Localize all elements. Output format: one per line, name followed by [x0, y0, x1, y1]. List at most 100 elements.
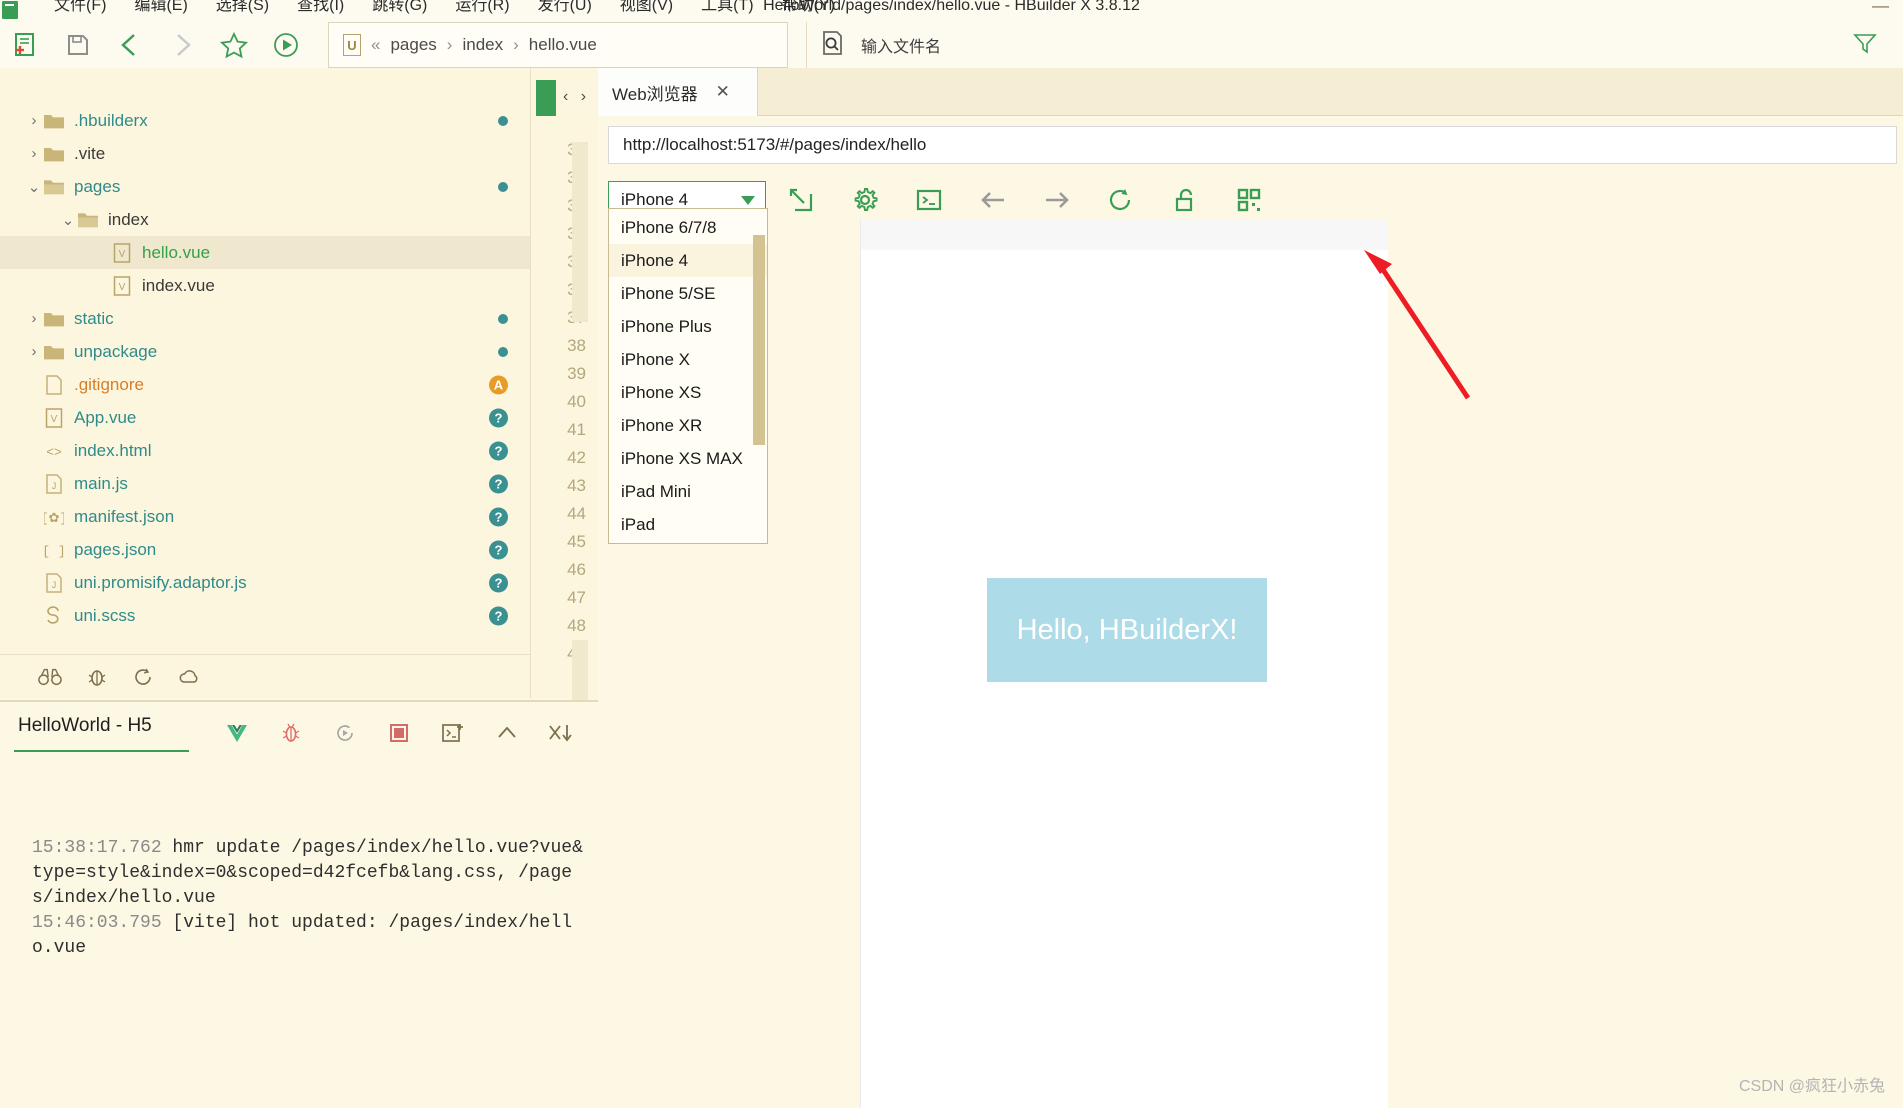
main-toolbar: U « pages › index › hello.vue 输入文件名 — [0, 22, 1903, 68]
binoculars-icon[interactable] — [38, 666, 62, 688]
menu-item-tools[interactable]: 工具(T) — [687, 0, 767, 16]
menu-item-view[interactable]: 视图(V) — [606, 0, 687, 16]
forward-icon[interactable] — [156, 22, 208, 68]
folder-icon — [42, 145, 66, 163]
tree-item-pages[interactable]: ⌄ pages — [0, 170, 530, 203]
device-option-iphone-4[interactable]: iPhone 4 — [609, 244, 767, 277]
new-terminal-icon[interactable] — [440, 720, 466, 746]
device-option-iphone-xs-max[interactable]: iPhone XS MAX — [609, 442, 767, 475]
hello-text: Hello, HBuilderX! — [1016, 613, 1238, 646]
svg-text:V: V — [119, 249, 126, 260]
reload-icon[interactable] — [1104, 183, 1138, 217]
tree-item-unpackage[interactable]: › unpackage — [0, 335, 530, 368]
unlock-icon[interactable] — [1168, 183, 1202, 217]
tree-item-index[interactable]: ⌄ index — [0, 203, 530, 236]
chevron-down-icon[interactable]: ⌄ — [60, 211, 76, 229]
device-option-iphone-x[interactable]: iPhone X — [609, 343, 767, 376]
tree-item--vite[interactable]: › .vite — [0, 137, 530, 170]
filter-icon[interactable] — [1853, 31, 1877, 60]
tree-item-app-vue[interactable]: › V App.vue? — [0, 401, 530, 434]
chevron-right-icon[interactable]: › — [26, 310, 42, 327]
tree-item-main-js[interactable]: › Jmain.js? — [0, 467, 530, 500]
forward-arrow-icon[interactable] — [1040, 183, 1074, 217]
chevron-right-icon: › — [26, 607, 42, 624]
chevron-right-icon[interactable]: › — [26, 343, 42, 360]
bug-icon[interactable] — [86, 666, 108, 688]
window-controls: — — [1872, 0, 1889, 16]
console-output[interactable]: 15:38:17.762 hmr update /pages/index/hel… — [0, 764, 598, 1011]
device-option-iphone-6-7-8[interactable]: iPhone 6/7/8 — [609, 211, 767, 244]
breadcrumb-collapse-icon[interactable]: « — [371, 35, 380, 55]
breadcrumb-part-pages[interactable]: pages — [390, 35, 436, 55]
menu-item-run[interactable]: 运行(R) — [441, 0, 523, 16]
console-icon[interactable] — [912, 183, 946, 217]
url-input[interactable]: http://localhost:5173/#/pages/index/hell… — [623, 135, 926, 155]
breadcrumb-part-index[interactable]: index — [462, 35, 503, 55]
back-arrow-icon[interactable] — [976, 183, 1010, 217]
chevron-right-icon[interactable]: › — [26, 112, 42, 129]
tree-item-index-vue[interactable]: › Vindex.vue — [0, 269, 530, 302]
editor-minimap-scrollbar[interactable] — [572, 142, 588, 322]
editor-minimap-scrollbar[interactable] — [572, 640, 588, 700]
back-icon[interactable] — [104, 22, 156, 68]
device-option-iphone-plus[interactable]: iPhone Plus — [609, 310, 767, 343]
tab-web-browser[interactable]: Web浏览器 ✕ — [598, 68, 758, 116]
search-input[interactable]: 输入文件名 — [861, 33, 941, 57]
log-timestamp: 15:46:03.795 — [32, 913, 162, 933]
minimize-button[interactable]: — — [1872, 0, 1889, 16]
url-bar[interactable]: http://localhost:5173/#/pages/index/hell… — [608, 126, 1897, 164]
breadcrumb[interactable]: U « pages › index › hello.vue — [328, 22, 788, 68]
dropdown-scrollbar[interactable] — [753, 235, 765, 445]
tree-item-static[interactable]: › static — [0, 302, 530, 335]
tree-item-hello-vue[interactable]: › Vhello.vue — [0, 236, 530, 269]
close-icon[interactable]: ✕ — [716, 82, 730, 102]
menu-item-edit[interactable]: 编辑(E) — [120, 0, 201, 16]
tree-item-uni-promisify-adaptor-js[interactable]: › Juni.promisify.adaptor.js? — [0, 566, 530, 599]
chevron-down-icon[interactable]: ⌄ — [26, 178, 42, 196]
console-log-line: 15:46:03.795 [vite] hot updated: /pages/… — [32, 911, 584, 961]
clear-down-icon[interactable] — [548, 720, 574, 746]
editor-split-handle[interactable] — [536, 80, 556, 116]
tree-item-label: static — [74, 308, 114, 328]
device-option-ipad[interactable]: iPad — [609, 508, 767, 541]
device-option-iphone-xs[interactable]: iPhone XS — [609, 376, 767, 409]
device-option-iphone-xr[interactable]: iPhone XR — [609, 409, 767, 442]
tree-item-index-html[interactable]: › <> index.html? — [0, 434, 530, 467]
new-file-icon[interactable] — [0, 22, 52, 68]
menu-item-goto[interactable]: 跳转(G) — [358, 0, 441, 16]
hbuilderx-window: 文件(F) 编辑(E) 选择(S) 查找(I) 跳转(G) 运行(R) 发行(U… — [0, 0, 1903, 1108]
menu-item-file[interactable]: 文件(F) — [40, 0, 120, 16]
tree-item-uni-scss[interactable]: › uni.scss? — [0, 599, 530, 632]
file-search[interactable]: 输入文件名 — [806, 22, 1903, 68]
device-dropdown-list[interactable]: iPhone 6/7/8 iPhone 4 iPhone 5/SE iPhone Pl… — [608, 208, 768, 544]
chevron-right-icon[interactable]: › — [26, 145, 42, 162]
bug-icon[interactable] — [278, 720, 304, 746]
rerun-icon[interactable] — [332, 720, 358, 746]
run-icon[interactable] — [260, 22, 312, 68]
menu-item-help[interactable]: 帮助(Y) — [768, 0, 849, 16]
file-explorer[interactable]: › .hbuilderx › .vite ⌄ pages ⌄ index › Vhello.vue… — [0, 68, 530, 654]
tree-item--hbuilderx[interactable]: › .hbuilderx — [0, 104, 530, 137]
device-option-ipad-mini[interactable]: iPad Mini — [609, 475, 767, 508]
tree-item-pages-json[interactable]: ›[ ] pages.json? — [0, 533, 530, 566]
tree-item--gitignore[interactable]: › .gitignore A — [0, 368, 530, 401]
cloud-icon[interactable] — [178, 666, 202, 688]
tree-item-manifest-json[interactable]: ›[✿] manifest.json? — [0, 500, 530, 533]
stop-icon[interactable] — [386, 720, 412, 746]
vue-logo-icon[interactable] — [224, 720, 250, 746]
popout-window-icon[interactable] — [784, 183, 818, 217]
menu-item-publish[interactable]: 发行(U) — [524, 0, 606, 16]
favorite-star-icon[interactable] — [208, 22, 260, 68]
collapse-chevron-icon[interactable] — [494, 720, 520, 746]
menu-item-select[interactable]: 选择(S) — [202, 0, 283, 16]
qrcode-icon[interactable] — [1232, 183, 1266, 217]
breadcrumb-part-file[interactable]: hello.vue — [529, 35, 597, 55]
terminal-round-icon[interactable] — [132, 666, 154, 688]
save-icon[interactable] — [52, 22, 104, 68]
editor-nav-arrows-icon[interactable]: ‹ › — [563, 88, 590, 106]
device-option-iphone-5-se[interactable]: iPhone 5/SE — [609, 277, 767, 310]
tree-item-label: index — [108, 209, 149, 229]
menu-item-find[interactable]: 查找(I) — [283, 0, 358, 16]
chevron-right-icon: › — [26, 409, 42, 426]
gear-icon[interactable] — [848, 183, 882, 217]
